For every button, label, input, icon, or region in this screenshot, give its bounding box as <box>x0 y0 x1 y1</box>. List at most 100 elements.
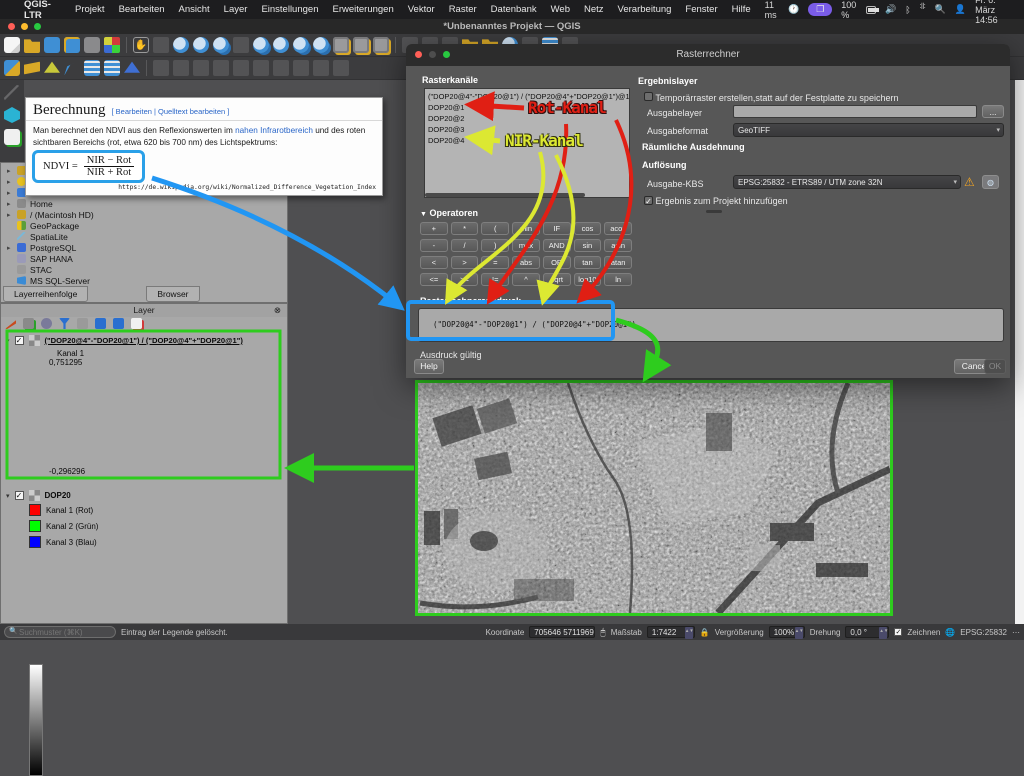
band-list-item[interactable]: DOP20@1 <box>428 102 626 113</box>
output-format-select[interactable]: GeoTIFF▾ <box>733 123 1004 137</box>
crs-status-icon[interactable]: 🌐 <box>945 628 955 637</box>
measure-tool-icon[interactable] <box>4 85 20 101</box>
messages-icon[interactable]: ⋯ <box>1012 628 1020 637</box>
tree-item-home[interactable]: ▸Home <box>1 198 287 209</box>
menu-netz[interactable]: Netz <box>584 4 604 15</box>
zoom-to-layer-icon[interactable] <box>253 37 269 53</box>
spatial-extent-section[interactable]: Räumliche Ausdehnung <box>642 142 745 152</box>
collapse-arrow-icon[interactable]: ▼ <box>420 211 427 218</box>
ok-button[interactable]: OK <box>984 359 1006 374</box>
op-log10[interactable]: log10 <box>574 273 602 286</box>
menu-ansicht[interactable]: Ansicht <box>179 4 210 15</box>
new-layout-icon[interactable] <box>333 37 349 53</box>
op-tan[interactable]: tan <box>574 256 602 269</box>
spotlight-icon[interactable]: 🔍 <box>935 4 946 15</box>
op-cos[interactable]: cos <box>574 222 602 235</box>
manage-visibility-icon[interactable] <box>41 318 52 329</box>
panel-close-icon[interactable]: ⊗ <box>274 304 281 317</box>
save-project-icon[interactable] <box>44 37 60 53</box>
toggle-editing-icon[interactable] <box>173 60 189 76</box>
crs-status[interactable]: EPSG:25832 <box>960 628 1007 637</box>
menu-verarbeitung[interactable]: Verarbeitung <box>618 4 672 15</box>
delete-selected-icon[interactable] <box>273 60 289 76</box>
rotation-spinner[interactable]: 0,0 ° <box>845 626 889 638</box>
zoom-last-icon[interactable] <box>293 37 309 53</box>
op-ne[interactable]: != <box>481 273 509 286</box>
raster-bands-list[interactable]: ("DOP20@4"-"DOP20@1") / ("DOP20@4"+"DOP2… <box>424 88 630 198</box>
op-ge[interactable]: >= <box>451 273 479 286</box>
op-rparen[interactable]: ) <box>481 239 509 252</box>
zoom-to-selection-icon[interactable] <box>233 37 249 53</box>
wifi-icon[interactable]: 𑗉 <box>920 1 926 19</box>
scale-combo[interactable]: 1:7422 <box>647 626 695 638</box>
layer-item-dop20[interactable]: ▾ ✓ DOP20 <box>6 490 71 501</box>
tree-item-ms-sql-server[interactable]: MS SQL-Server <box>1 275 287 286</box>
tab-layerreihenfolge[interactable]: Layerreihenfolge <box>3 286 88 302</box>
expand-arrow-icon[interactable]: ▾ <box>6 492 10 500</box>
menu-datenbank[interactable]: Datenbank <box>491 4 537 15</box>
op-lt[interactable]: < <box>420 256 448 269</box>
save-edits-icon[interactable] <box>193 60 209 76</box>
data-source-manager-icon[interactable] <box>4 60 20 76</box>
new-geopackage-icon[interactable] <box>64 60 80 76</box>
op-or[interactable]: OR <box>543 256 571 269</box>
op-le[interactable]: <= <box>420 273 448 286</box>
remove-layer-icon[interactable] <box>131 318 142 329</box>
browse-button[interactable]: ... <box>982 105 1004 118</box>
layer-dop20-checkbox[interactable]: ✓ <box>15 491 24 500</box>
zoom-native-icon[interactable] <box>273 37 289 53</box>
add-to-project-checkbox[interactable]: ✓ <box>644 196 653 205</box>
cut-features-icon[interactable] <box>293 60 309 76</box>
user-menu-icon[interactable]: 👤 <box>955 4 966 15</box>
op-sin[interactable]: sin <box>574 239 602 252</box>
style-manager-icon[interactable] <box>104 37 120 53</box>
op-ln[interactable]: ln <box>604 273 632 286</box>
collapse-all-icon[interactable] <box>113 318 124 329</box>
expression-input[interactable]: ("DOP20@4"-"DOP20@1") / ("DOP20@4"+"DOP2… <box>418 308 1004 342</box>
menu-fenster[interactable]: Fenster <box>685 4 717 15</box>
coordinate-input[interactable]: 705646 5711969 <box>529 626 595 638</box>
op-sqrt[interactable]: sqrt <box>543 273 571 286</box>
layout-manager-icon[interactable] <box>353 37 369 53</box>
bluetooth-icon[interactable]: ᛒ <box>905 5 910 15</box>
filter-legend-icon[interactable] <box>59 318 70 329</box>
tree-item-postgresql[interactable]: ▸PostgreSQL <box>1 242 287 253</box>
vertex-tool-icon[interactable] <box>233 60 249 76</box>
op-min[interactable]: min <box>512 222 540 235</box>
op-gt[interactable]: > <box>451 256 479 269</box>
expand-all-icon[interactable] <box>95 318 106 329</box>
op-max[interactable]: max <box>512 239 540 252</box>
lock-icon[interactable]: 🔒 <box>700 628 710 637</box>
show-layouts-icon[interactable] <box>373 37 389 53</box>
tab-browser[interactable]: Browser <box>146 286 199 302</box>
search-input[interactable] <box>4 626 116 638</box>
new-project-icon[interactable] <box>4 37 20 53</box>
op-plus[interactable]: + <box>420 222 448 235</box>
op-div[interactable]: / <box>451 239 479 252</box>
menu-raster[interactable]: Raster <box>449 4 477 15</box>
modify-attributes-icon[interactable] <box>253 60 269 76</box>
tree-item-macintosh-hd[interactable]: ▸/ (Macintosh HD) <box>1 209 287 220</box>
menu-layer[interactable]: Layer <box>224 4 248 15</box>
window-minimize-button[interactable] <box>21 23 28 30</box>
current-edits-icon[interactable] <box>153 60 169 76</box>
dialog-zoom-button[interactable] <box>443 51 450 58</box>
op-abs[interactable]: abs <box>512 256 540 269</box>
filter-expression-icon[interactable] <box>77 318 88 329</box>
volume-icon[interactable]: 🔊 <box>885 4 896 15</box>
op-asin[interactable]: asin <box>604 239 632 252</box>
op-pow[interactable]: ^ <box>512 273 540 286</box>
band-list-item[interactable]: DOP20@3 <box>428 124 626 135</box>
op-lparen[interactable]: ( <box>481 222 509 235</box>
save-as-icon[interactable] <box>64 37 80 53</box>
open-project-icon[interactable] <box>24 37 40 53</box>
clock-icon[interactable]: 🕐 <box>788 4 799 15</box>
new-gpx-layer-icon[interactable] <box>124 60 140 76</box>
select-crs-button[interactable]: ◍ <box>982 175 999 189</box>
zoom-next-icon[interactable] <box>313 37 329 53</box>
op-minus[interactable]: - <box>420 239 448 252</box>
layer-styling-icon[interactable] <box>5 318 16 329</box>
expand-arrow-icon[interactable]: ▾ <box>6 337 10 345</box>
menu-bearbeiten[interactable]: Bearbeiten <box>119 4 165 15</box>
paste-features-icon[interactable] <box>333 60 349 76</box>
